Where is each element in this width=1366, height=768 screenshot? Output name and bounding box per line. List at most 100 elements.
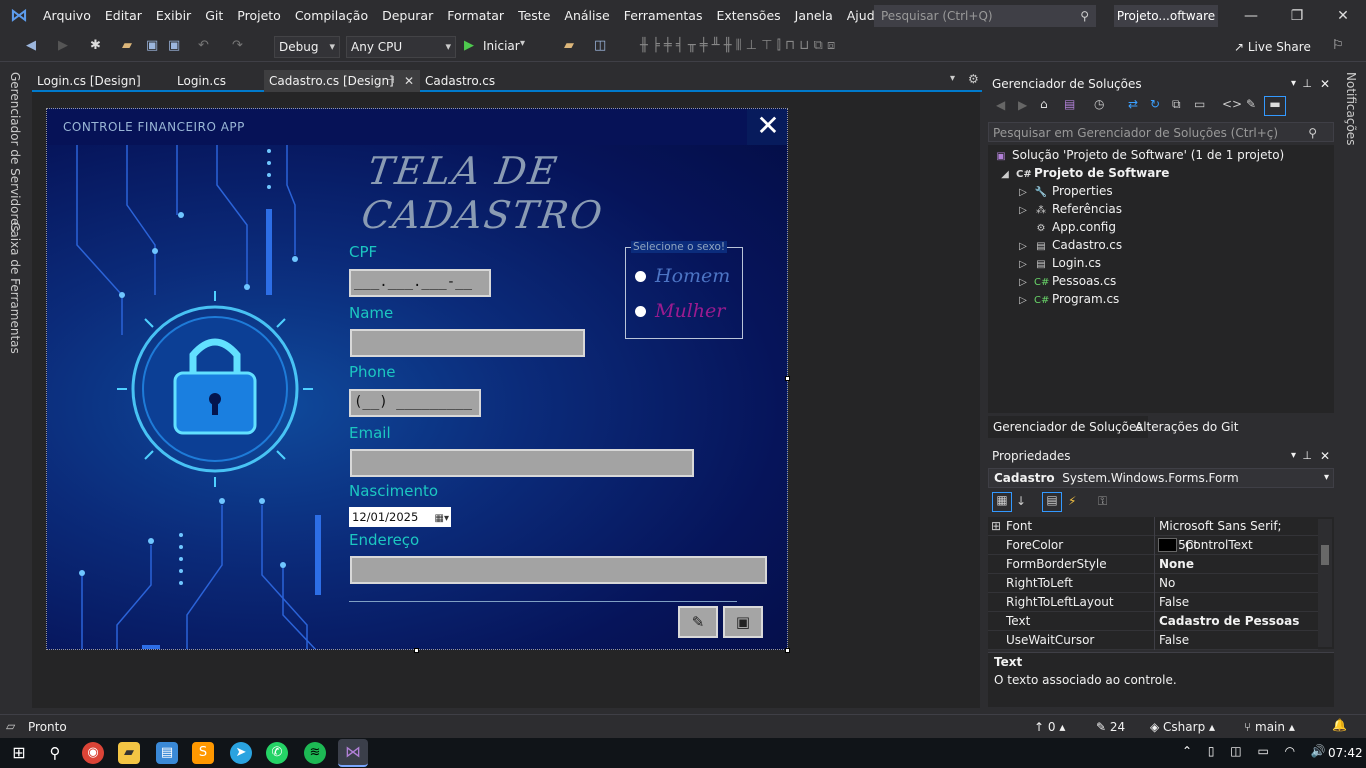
tree-node-pessoas[interactable]: ▷ C# Pessoas.cs — [1016, 272, 1116, 290]
back-icon[interactable]: ◀ — [996, 98, 1005, 112]
form-preview[interactable]: CONTROLE FINANCEIRO APP ✕ TELA DE CADAST… — [46, 108, 788, 650]
menu-item[interactable]: Análise — [557, 0, 616, 32]
new-project-icon[interactable]: ✱ — [90, 38, 101, 53]
tab-dropdown-icon[interactable]: ▾ — [950, 73, 955, 84]
property-row[interactable]: ForeColor ControlText — [988, 536, 1318, 555]
output-icon[interactable]: ▱ — [6, 719, 15, 733]
menu-item[interactable]: Ferramentas — [617, 0, 710, 32]
calendar-dropdown-icon[interactable]: ▦▾ — [435, 509, 449, 529]
property-row[interactable]: RightToLeft No — [988, 574, 1318, 593]
alphabetical-icon[interactable]: ↓ — [1016, 494, 1026, 508]
menu-item[interactable]: Compilação — [288, 0, 375, 32]
open-folder-icon[interactable]: ▰ — [122, 38, 132, 53]
property-value[interactable]: None — [1159, 555, 1194, 574]
menu-item[interactable]: Janela — [788, 0, 840, 32]
form-close-button[interactable]: ✕ — [747, 109, 787, 145]
tab-solution-explorer[interactable]: Gerenciador de Soluções — [988, 416, 1148, 438]
menu-item[interactable]: Editar — [98, 0, 149, 32]
layout-icon[interactable]: ◫ — [594, 38, 606, 53]
properties-object-select[interactable]: Cadastro System.Windows.Forms.Form ▾ — [988, 468, 1334, 488]
property-row[interactable]: UseWaitCursor False — [988, 631, 1318, 650]
save-icon[interactable]: ▣ — [146, 38, 158, 53]
resize-handle-right[interactable] — [785, 376, 790, 381]
property-pages-icon[interactable]: ⚿ — [1098, 494, 1107, 509]
toolbox-tab[interactable]: Caixa de Ferramentas — [8, 222, 22, 354]
preview-icon[interactable]: ▬ — [1264, 96, 1286, 116]
property-row[interactable]: Text Cadastro de Pessoas — [988, 612, 1318, 631]
name-input[interactable] — [350, 329, 585, 357]
code-icon[interactable]: <> — [1222, 97, 1242, 111]
tree-node-references[interactable]: ▷ ⁂ Referências — [1016, 200, 1122, 218]
show-all-icon[interactable]: ▭ — [1194, 97, 1205, 111]
tab-cadastro-code[interactable]: Cadastro.cs — [420, 70, 510, 92]
system-tray-icons[interactable]: ⌃ ▯ ◫ ▭ ◠ 🔊 — [1182, 744, 1332, 758]
events-icon[interactable]: ⚡ — [1068, 494, 1076, 508]
tab-login-design[interactable]: Login.cs [Design] — [32, 70, 164, 92]
menu-item[interactable]: Extensões — [709, 0, 787, 32]
menu-item[interactable]: Exibir — [149, 0, 198, 32]
tab-login-code[interactable]: Login.cs — [172, 70, 260, 92]
panel-pin-icon[interactable]: ⊥ — [1302, 446, 1312, 466]
minimize-button[interactable]: — — [1228, 0, 1274, 32]
bell-icon[interactable]: 🔔 — [1332, 718, 1347, 732]
back-icon[interactable]: ◀ — [26, 38, 36, 53]
panel-dropdown-icon[interactable]: ▾ — [1291, 446, 1296, 466]
save-form-button[interactable]: ▣ — [723, 606, 763, 638]
menu-item[interactable]: Formatar — [440, 0, 511, 32]
property-value[interactable]: No — [1159, 574, 1175, 593]
collapse-arrow-icon[interactable]: ▷ — [1016, 292, 1030, 310]
live-share-button[interactable]: ↗ Live Share — [1234, 40, 1311, 54]
branch-status[interactable]: ⑂ main ▴ — [1244, 720, 1295, 734]
property-value[interactable]: ControlText — [1185, 536, 1253, 555]
resize-handle-bottom[interactable] — [414, 648, 419, 653]
start-dropdown-icon[interactable]: ▾ — [520, 38, 525, 49]
panel-close-icon[interactable]: ✕ — [1320, 74, 1330, 94]
language-status[interactable]: ◈ Csharp ▴ — [1150, 720, 1215, 734]
radio-homem[interactable] — [635, 271, 646, 282]
radio-mulher-label[interactable]: Mulher — [655, 300, 725, 322]
tree-node-appconfig[interactable]: ⚙ App.config — [1034, 218, 1116, 236]
property-row[interactable]: ⊞ Font Microsoft Sans Serif; 8,25pt — [988, 517, 1318, 552]
solution-search-input[interactable]: Pesquisar em Gerenciador de Soluções (Ct… — [988, 122, 1334, 142]
whatsapp-icon[interactable]: ✆ — [266, 742, 288, 764]
history-icon[interactable]: ◷ — [1094, 97, 1104, 111]
radio-homem-label[interactable]: Homem — [655, 265, 730, 287]
collapse-icon[interactable]: ⧉ — [1172, 97, 1181, 112]
tree-node-properties[interactable]: ▷ 🔧 Properties — [1016, 182, 1113, 200]
properties-icon[interactable]: ✎ — [1246, 97, 1256, 111]
telegram-icon[interactable]: ➤ — [230, 742, 252, 764]
switch-views-icon[interactable]: ▤ — [1064, 97, 1075, 111]
birth-date-picker[interactable]: 12/01/2025 ▦▾ — [349, 507, 451, 527]
panel-dropdown-icon[interactable]: ▾ — [1291, 74, 1296, 94]
notepad-icon[interactable]: ▤ — [156, 742, 178, 764]
address-input[interactable] — [350, 556, 767, 584]
close-tab-icon[interactable]: ✕ — [404, 70, 414, 92]
sublime-icon[interactable]: S — [192, 742, 214, 764]
menu-item[interactable]: Arquivo — [36, 0, 98, 32]
panel-close-icon[interactable]: ✕ — [1320, 446, 1330, 466]
browse-icon[interactable]: ▰ — [564, 38, 574, 53]
menu-item[interactable]: Depurar — [375, 0, 440, 32]
forward-icon[interactable]: ▶ — [58, 38, 68, 53]
panel-pin-icon[interactable]: ⊥ — [1302, 74, 1312, 94]
search-input[interactable]: Pesquisar (Ctrl+Q) ⚲ — [874, 5, 1096, 27]
scrollbar-thumb[interactable] — [1321, 545, 1329, 565]
start-button[interactable]: Iniciar — [483, 39, 520, 53]
property-row[interactable]: FormBorderStyle None — [988, 555, 1318, 574]
property-value[interactable]: False — [1159, 631, 1189, 650]
visual-studio-taskbar-icon[interactable]: ⋈ — [338, 739, 368, 767]
tree-node-login[interactable]: ▷ ▤ Login.cs — [1016, 254, 1101, 272]
notifications-tab[interactable]: Notificações — [1344, 72, 1358, 145]
refresh-icon[interactable]: ↻ — [1150, 97, 1160, 111]
maximize-button[interactable]: ❐ — [1274, 0, 1320, 32]
taskbar-clock[interactable]: 07:42 — [1328, 746, 1363, 760]
categorized-icon[interactable]: ▦ — [992, 492, 1012, 512]
file-explorer-icon[interactable]: ▰ — [118, 742, 140, 764]
home-icon[interactable]: ⌂ — [1040, 97, 1048, 111]
tree-node-project[interactable]: ◢ C# Projeto de Software — [998, 164, 1169, 182]
expand-arrow-icon[interactable]: ◢ — [998, 166, 1012, 184]
save-all-icon[interactable]: ▣ — [168, 38, 180, 53]
collapse-arrow-icon[interactable]: ▷ — [1016, 202, 1030, 220]
cpf-input[interactable]: ___.___.___-__ — [349, 269, 491, 297]
resize-handle-corner[interactable] — [785, 648, 790, 653]
